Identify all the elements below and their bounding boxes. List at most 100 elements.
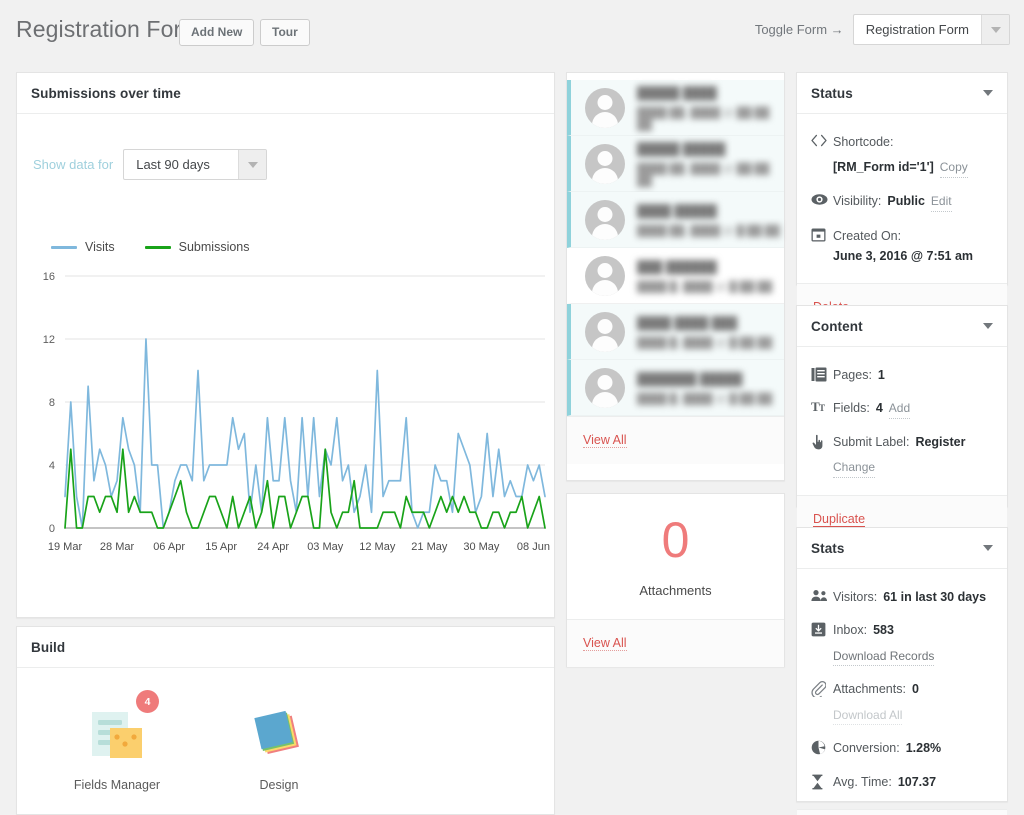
- attachments-view-all-link[interactable]: View All: [583, 636, 627, 651]
- add-new-button[interactable]: Add New: [179, 19, 255, 47]
- content-row-submit-label: Submit Label: Register Change: [797, 426, 1007, 485]
- duplicate-form-link[interactable]: Duplicate: [813, 512, 866, 527]
- date-range-arrow[interactable]: [238, 150, 267, 179]
- build-tile-fields-manager[interactable]: 4 Fields Manager: [47, 690, 187, 792]
- status-card-header[interactable]: Status: [797, 73, 1007, 114]
- attachments-body: 0 Attachments: [567, 494, 784, 619]
- status-row-created: Created On: June 3, 2016 @ 7:51 am: [797, 219, 1007, 273]
- build-card-title: Build: [31, 639, 66, 655]
- build-tile-label: Fields Manager: [73, 778, 161, 792]
- avatar: [585, 311, 625, 352]
- visibility-label: Visibility:: [833, 193, 882, 208]
- click-hand-icon: [811, 433, 833, 450]
- visibility-value: Public: [887, 193, 925, 208]
- chevron-down-icon: [990, 26, 1001, 33]
- copy-shortcode-link[interactable]: Copy: [939, 158, 968, 178]
- submit-label-label: Submit Label:: [833, 434, 910, 449]
- shortcode-label: Shortcode:: [833, 135, 894, 149]
- download-records-link[interactable]: Download Records: [833, 647, 935, 667]
- content-row-fields: TT Fields: 4 Add: [797, 392, 1007, 426]
- add-field-link[interactable]: Add: [888, 399, 911, 419]
- submission-row[interactable]: █████ ████ ████ ██, ████ @ ██:██ ██: [567, 80, 784, 136]
- content-body: Pages: 1 TT Fields: 4 Add Submit Label: …: [797, 347, 1007, 495]
- chart-body: Show data for Last 90 days Visits Submis…: [17, 114, 554, 618]
- build-tile-design[interactable]: Design: [209, 694, 349, 792]
- content-row-pages: Pages: 1: [797, 359, 1007, 392]
- legend-item-visits: Visits: [51, 240, 115, 254]
- stats-row-avg-time: Avg. Time: 107.37: [797, 766, 1007, 799]
- change-submit-label-link[interactable]: Change: [833, 458, 876, 478]
- tour-button[interactable]: Tour: [260, 19, 310, 47]
- line-chart: 0 4 8 12 16 19 Mar 28 Mar 06 Apr 15 Apr 24 Apr 03 …: [43, 271, 550, 553]
- pie-chart-icon: [811, 739, 833, 755]
- form-select-arrow[interactable]: [981, 15, 1009, 44]
- date-range-select[interactable]: Last 90 days: [123, 149, 268, 180]
- date-range-value: Last 90 days: [136, 157, 210, 172]
- submission-name: ████ █████: [637, 204, 717, 218]
- fields-manager-icon: 4: [47, 690, 187, 764]
- stats-row-conversion: Conversion: 1.28%: [797, 732, 1007, 765]
- submission-row[interactable]: ███████ █████ ████ █, ████ @ █:██ ██: [567, 360, 784, 416]
- pages-label: Pages:: [833, 368, 872, 382]
- inbox-download-icon: [811, 621, 833, 637]
- content-card-title: Content: [811, 318, 863, 334]
- toggle-form-control: Toggle Form → Registration Form: [755, 14, 1010, 45]
- calendar-icon: [811, 226, 833, 242]
- form-select[interactable]: Registration Form: [852, 14, 1010, 45]
- submission-name: ███ ██████: [637, 260, 717, 274]
- submission-name: █████ ████: [637, 86, 717, 100]
- attachments-label: Attachments:: [833, 682, 906, 697]
- fields-label: Fields:: [833, 401, 870, 416]
- inbox-value: 583: [873, 623, 894, 638]
- conversion-value: 1.28%: [905, 741, 942, 756]
- chart-legend: Visits Submissions: [51, 240, 250, 254]
- stats-card-header[interactable]: Stats: [797, 528, 1007, 569]
- inbox-label: Inbox:: [833, 623, 868, 638]
- svg-text:21 May: 21 May: [411, 541, 448, 553]
- submission-row[interactable]: ████ █████ ████ ██, ████ @ █:██ ██: [567, 192, 784, 248]
- submissions-view-all-link[interactable]: View All: [583, 433, 627, 448]
- submission-row[interactable]: ███ ██████ ████ █, ████ @ █:██ ██: [567, 248, 784, 304]
- submit-label-value: Register: [915, 434, 966, 449]
- svg-text:4: 4: [49, 460, 55, 472]
- status-row-visibility: Visibility: Public Edit: [797, 185, 1007, 219]
- page-title: Registration Form: [16, 16, 201, 42]
- stats-card: Stats Visitors: 61 in last 30 days Inbox…: [796, 527, 1008, 815]
- content-card-header[interactable]: Content: [797, 306, 1007, 347]
- submission-row[interactable]: █████ █████ ████ ██, ████ @ ██:██ ██: [567, 136, 784, 192]
- chart-card-header: Submissions over time: [17, 73, 554, 114]
- submission-row[interactable]: ████ ████ ███ ████ █, ████ @ █:██ ██: [567, 304, 784, 360]
- avatar: [585, 87, 625, 128]
- svg-text:30 May: 30 May: [463, 541, 500, 553]
- stats-row-attachments: Attachments: 0 Download All: [797, 673, 1007, 732]
- status-body: Shortcode: [RM_Form id='1'] Copy Visibil…: [797, 114, 1007, 283]
- pages-value: 1: [877, 368, 885, 382]
- submission-date: ████ ██, ████ @ ██:██ ██: [637, 163, 770, 187]
- design-icon: [209, 694, 349, 764]
- svg-text:24 Apr: 24 Apr: [257, 541, 289, 553]
- svg-text:8: 8: [49, 397, 55, 409]
- stats-card-title: Stats: [811, 540, 845, 556]
- fields-value: 4: [875, 401, 883, 416]
- submission-name: █████ █████: [637, 142, 726, 156]
- svg-text:0: 0: [49, 523, 55, 535]
- users-icon: [811, 588, 833, 602]
- download-all-link[interactable]: Download All: [833, 706, 903, 726]
- submission-name: ████ ████ ███: [637, 316, 738, 330]
- stats-row-visitors: Visitors: 61 in last 30 days: [797, 581, 1007, 614]
- submission-date: ████ █, ████ @ █:██ ██: [637, 393, 773, 405]
- status-row-shortcode: Shortcode: [RM_Form id='1'] Copy: [797, 126, 1007, 185]
- code-icon: [811, 133, 833, 147]
- collapse-toggle-icon[interactable]: [983, 545, 993, 551]
- edit-visibility-link[interactable]: Edit: [930, 192, 952, 212]
- avg-time-label: Avg. Time:: [833, 774, 892, 789]
- svg-text:19 Mar: 19 Mar: [48, 541, 83, 553]
- svg-text:16: 16: [43, 271, 55, 283]
- stats-row-inbox: Inbox: 583 Download Records: [797, 614, 1007, 673]
- collapse-toggle-icon[interactable]: [983, 90, 993, 96]
- svg-text:06 Apr: 06 Apr: [153, 541, 185, 553]
- collapse-toggle-icon[interactable]: [983, 323, 993, 329]
- submission-date: ████ ██, ████ @ █:██ ██: [637, 225, 780, 237]
- recent-submissions-card: █████ ████ ████ ██, ████ @ ██:██ ██ █████ …: [566, 72, 785, 481]
- legend-label-submissions: Submissions: [178, 240, 250, 254]
